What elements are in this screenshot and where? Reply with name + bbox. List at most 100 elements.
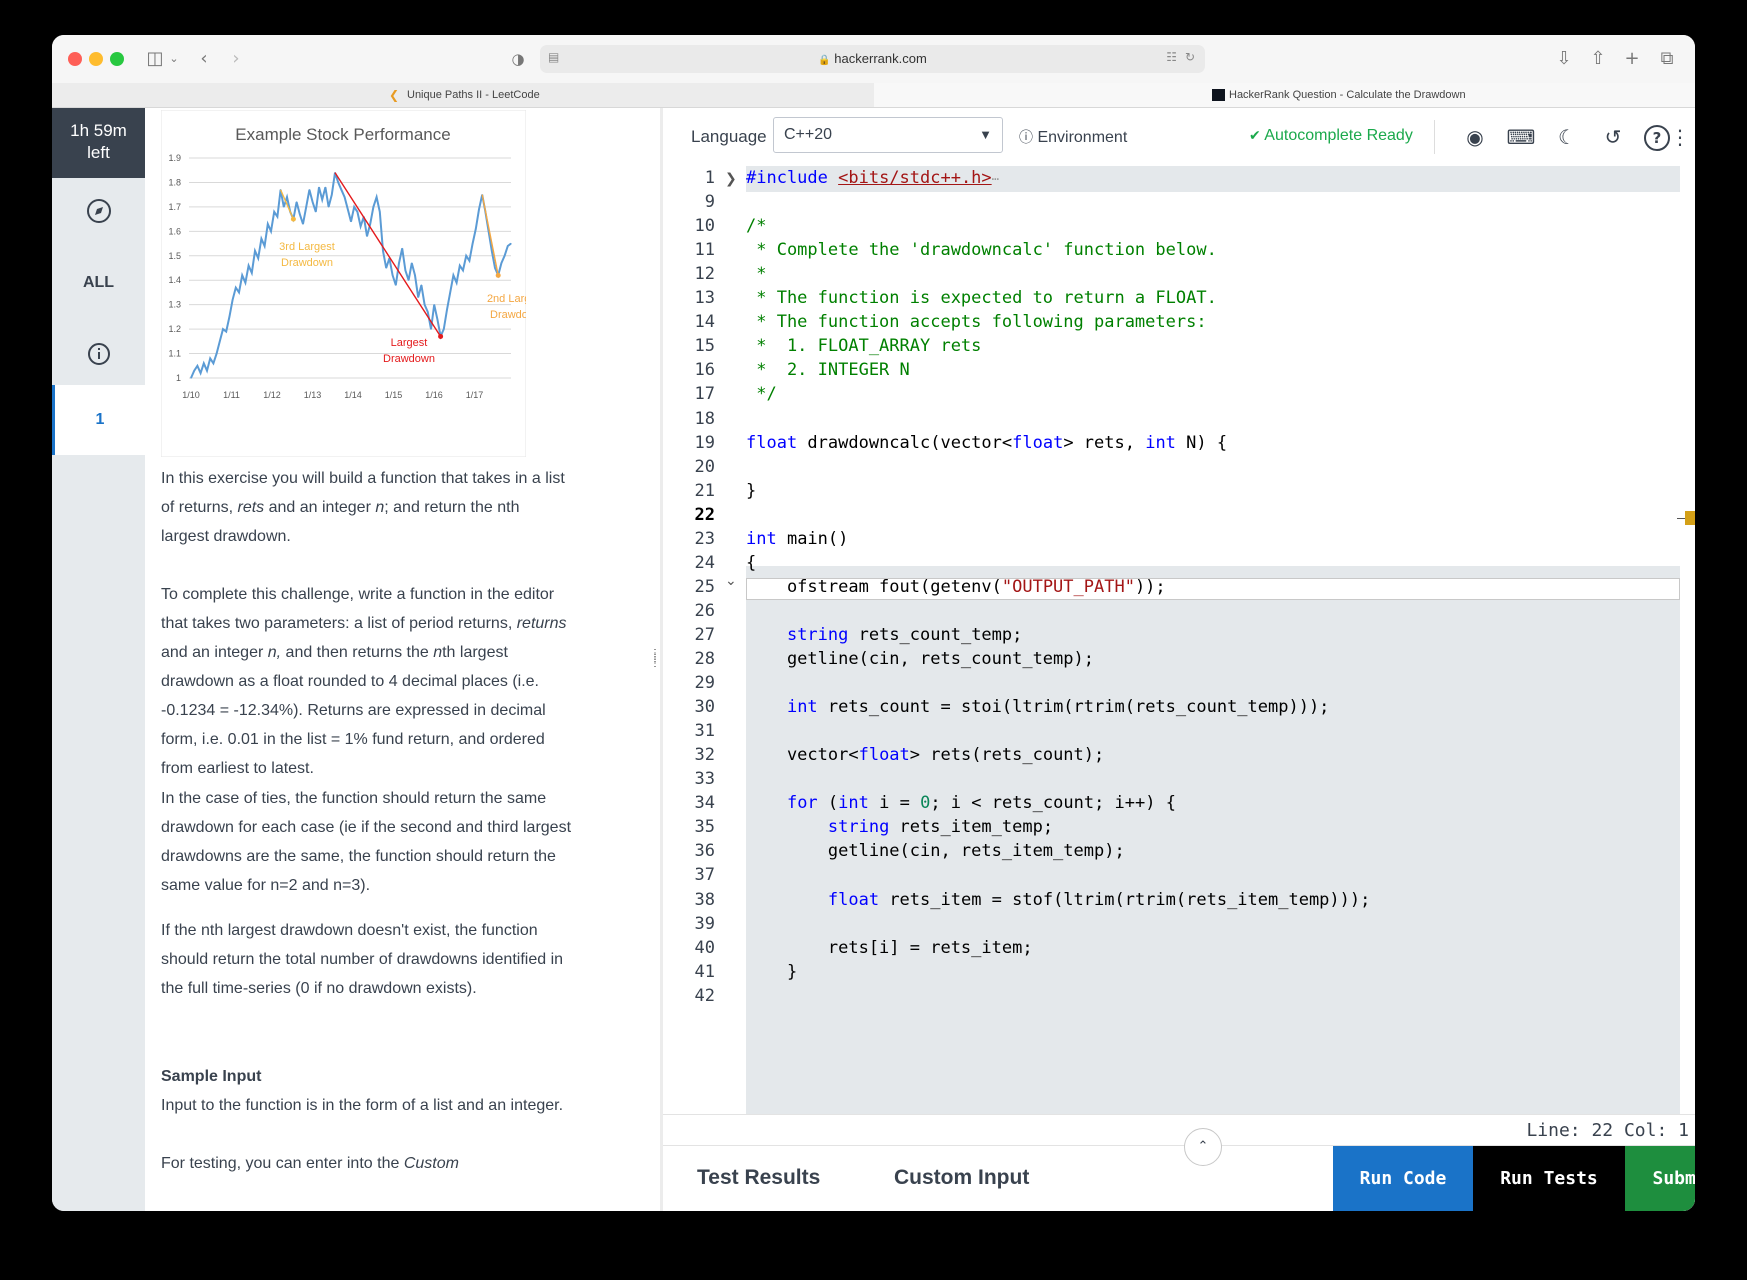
language-select[interactable]: C++20 ▼ [773, 117, 1003, 153]
sample-input-heading: Sample Input [161, 1068, 262, 1085]
back-icon[interactable]: ‹ [194, 47, 214, 71]
data-point [225, 330, 227, 333]
tab-leetcode[interactable]: ❮ Unique Paths II - LeetCode [52, 83, 872, 107]
code-line: * The function is expected to return a F… [746, 288, 1217, 309]
autocomplete-status[interactable]: ✔ Autocomplete Ready [1249, 127, 1413, 145]
code-line: ofstream fout(getenv("OUTPUT_PATH")); [746, 576, 1166, 597]
chevron-down-icon[interactable]: ⌄ [167, 47, 181, 71]
line-number: 15 [694, 336, 715, 357]
tab-custom-input[interactable]: Custom Input [894, 1166, 1029, 1190]
data-point [228, 316, 230, 318]
line-number: 35 [694, 817, 715, 838]
data-point [302, 223, 304, 225]
data-point [366, 235, 368, 237]
data-point [382, 250, 384, 252]
keyboard-icon[interactable]: ⌨ [1506, 122, 1536, 152]
data-point [286, 196, 288, 198]
data-point [414, 274, 416, 276]
environment-button[interactable]: ⓘ Environment [1019, 127, 1127, 147]
eye-icon[interactable]: ◉ [1460, 122, 1490, 152]
zoom-window-button[interactable] [110, 52, 124, 66]
line-number-gutter: 1 9 10 11 12 13 14 15 16 17 18 19 20 21 22 23 24 25 26 27 28… [663, 166, 746, 1114]
data-point [200, 372, 202, 374]
line-number: 1 [704, 168, 715, 188]
new-tab-icon[interactable]: + [1620, 47, 1644, 71]
data-point [408, 279, 410, 281]
all-questions-button[interactable]: ALL [52, 274, 145, 292]
line-number: 17 [694, 384, 715, 405]
sidebar-toggle-icon[interactable]: ◫ [142, 47, 168, 71]
code-line: string rets_count_temp; [786, 624, 1023, 645]
data-point [353, 206, 355, 208]
info-button[interactable] [52, 342, 145, 371]
scroll-indicator [1677, 518, 1685, 519]
data-point [398, 262, 400, 264]
download-icon[interactable]: ⇩ [1552, 47, 1576, 71]
paragraph-text: and then returns the [281, 644, 434, 661]
data-point [244, 282, 246, 284]
resize-handle[interactable]: ⋮⋮ ⋮⋮ ⋮⋮ [650, 649, 669, 697]
code-line: rets[i] = rets_item; [746, 937, 1033, 958]
code-line: for (int i = 0; i < rets_count; i++) { [786, 793, 1176, 814]
moon-icon[interactable]: ☾ [1552, 122, 1582, 152]
chevron-down-icon: ▼ [979, 127, 992, 142]
y-tick-label: 1.2 [168, 324, 181, 334]
code-line: */ [746, 384, 777, 405]
annotation-label: 2nd Largest [487, 293, 526, 305]
italic-term: n [375, 499, 385, 516]
tab-test-results[interactable]: Test Results [697, 1166, 820, 1190]
lock-icon: 🔒 [818, 55, 831, 66]
line-number: 32 [694, 745, 715, 766]
italic-term: returns [516, 615, 567, 632]
problem-paragraph-6: For testing, you can enter into the Cust… [161, 1149, 571, 1178]
line-number: 40 [694, 937, 715, 958]
question-tab-1[interactable]: 1 [52, 385, 145, 455]
compass-button[interactable] [52, 198, 145, 229]
tab-overview-icon[interactable]: ⧉ [1655, 47, 1679, 71]
close-window-button[interactable] [68, 52, 82, 66]
history-icon[interactable]: ↺ [1598, 122, 1628, 152]
code-editor[interactable]: 1 9 10 11 12 13 14 15 16 17 18 19 20 21 22 23 24 25 26 27 28… [663, 166, 1695, 1114]
annotation-label: Largest [391, 337, 428, 349]
reload-icon[interactable]: ↻ [1185, 50, 1195, 64]
data-point [296, 201, 298, 203]
data-point [235, 286, 237, 289]
autocomplete-label: Autocomplete Ready [1264, 127, 1413, 144]
data-point [273, 211, 275, 213]
run-code-button[interactable]: Run Code [1333, 1146, 1473, 1211]
line-number: 22 [694, 504, 715, 525]
data-point [203, 362, 205, 364]
problem-paragraph-4: If the nth largest drawdown doesn't exis… [161, 916, 571, 1003]
data-point [443, 328, 445, 330]
browser-toolbar: ◫ ⌄ ‹ › ◑ ▤ 🔒 hackerrank.com ↻ ☷ ⇩ ⇧ + ⧉ [52, 35, 1695, 84]
line-number: 42 [694, 985, 715, 1006]
scrollbar-marker[interactable] [1685, 511, 1695, 525]
timer-value: 1h 59m [70, 121, 127, 140]
question-rail: 1h 59m left ALL 1 [52, 108, 145, 1211]
share-icon[interactable]: ⇧ [1586, 47, 1610, 71]
minimize-window-button[interactable] [89, 52, 103, 66]
data-point [264, 245, 266, 247]
data-point [340, 189, 342, 191]
shield-icon[interactable]: ◑ [508, 47, 528, 71]
data-point [446, 308, 448, 311]
forward-icon[interactable]: › [226, 47, 246, 71]
data-point [212, 362, 214, 364]
environment-label: Environment [1037, 129, 1128, 146]
collapse-fold-icon[interactable]: ⌄ [725, 568, 741, 595]
paragraph-text: If the nth largest drawdown doesn't exis… [161, 922, 564, 997]
more-options-icon[interactable]: ⋮ [1665, 122, 1695, 152]
tab-hackerrank[interactable]: HackerRank Question - Calculate the Draw… [874, 83, 1695, 107]
expand-fold-icon[interactable]: ❯ [725, 166, 741, 193]
expand-console-button[interactable]: ⌃ [1184, 1128, 1222, 1166]
data-point [257, 257, 259, 259]
y-tick-label: 1.9 [168, 153, 181, 163]
code-line: int main() [746, 528, 849, 549]
address-bar[interactable]: ▤ 🔒 hackerrank.com ↻ ☷ [540, 45, 1205, 73]
submit-button[interactable]: Submit [1625, 1146, 1695, 1211]
y-tick-label: 1.6 [168, 226, 181, 236]
code-line: * 1. FLOAT_ARRAY rets [746, 336, 982, 357]
line-number: 13 [694, 288, 715, 309]
run-tests-button[interactable]: Run Tests [1473, 1146, 1625, 1211]
translate-icon[interactable]: ☷ [1166, 50, 1177, 64]
